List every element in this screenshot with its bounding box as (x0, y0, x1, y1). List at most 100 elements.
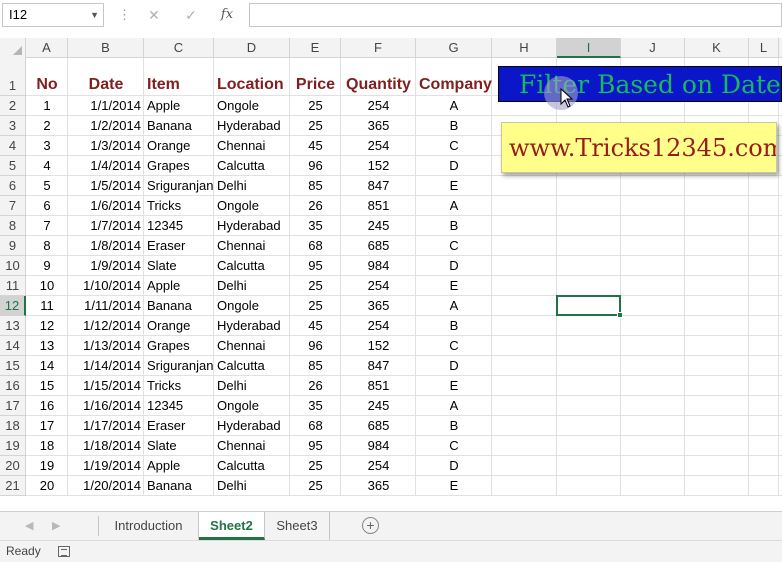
cell-no[interactable]: 5 (26, 176, 68, 196)
cell-date[interactable]: 1/19/2014 (68, 456, 144, 476)
cell-price[interactable]: 35 (290, 396, 341, 416)
tab-scroll-right-icon[interactable]: ▶ (52, 519, 60, 532)
cell-no[interactable]: 18 (26, 436, 68, 456)
cell-company[interactable]: C (416, 436, 492, 456)
cell-no[interactable]: 16 (26, 396, 68, 416)
cell-company[interactable]: B (416, 416, 492, 436)
cell-price[interactable]: 85 (290, 356, 341, 376)
cell-date[interactable]: 1/1/2014 (68, 96, 144, 116)
cell-location[interactable]: Hyderabad (214, 116, 290, 136)
cell-item[interactable]: Banana (144, 476, 220, 496)
cell-item[interactable]: Grapes (144, 156, 220, 176)
cell-item[interactable]: Slate (144, 256, 220, 276)
cell-date[interactable]: 1/8/2014 (68, 236, 144, 256)
cell-quantity[interactable]: 152 (341, 336, 416, 356)
cell-date[interactable]: 1/16/2014 (68, 396, 144, 416)
cell-quantity[interactable]: 152 (341, 156, 416, 176)
cell-quantity[interactable]: 365 (341, 296, 416, 316)
cell-no[interactable]: 12 (26, 316, 68, 336)
row-header-1[interactable]: 1 (0, 58, 26, 96)
cell-location[interactable]: Delhi (214, 176, 290, 196)
cell-location[interactable]: Ongole (214, 196, 290, 216)
cell-price[interactable]: 96 (290, 336, 341, 356)
cell-quantity[interactable]: 851 (341, 376, 416, 396)
row-header-3[interactable]: 3 (0, 116, 26, 136)
row-header-16[interactable]: 16 (0, 376, 26, 396)
cell-location[interactable]: Calcutta (214, 356, 290, 376)
cell-price[interactable]: 25 (290, 276, 341, 296)
sheet-tab-sheet2[interactable]: Sheet2 (199, 512, 265, 540)
cell-no[interactable]: 4 (26, 156, 68, 176)
cell-date[interactable]: 1/20/2014 (68, 476, 144, 496)
filter-title-shape[interactable]: Filter Based on Date (498, 66, 782, 102)
cell-price[interactable]: 95 (290, 436, 341, 456)
cell-location[interactable]: Chennai (214, 336, 290, 356)
column-header-b[interactable]: B (68, 38, 144, 58)
cell-date[interactable]: 1/6/2014 (68, 196, 144, 216)
cell-location[interactable]: Delhi (214, 276, 290, 296)
cell-location[interactable]: Ongole (214, 96, 290, 116)
cell-no[interactable]: 15 (26, 376, 68, 396)
cell-date[interactable]: 1/2/2014 (68, 116, 144, 136)
cell-company[interactable]: A (416, 196, 492, 216)
cell-item[interactable]: Apple (144, 276, 220, 296)
cell-price[interactable]: 45 (290, 136, 341, 156)
cell-price[interactable]: 25 (290, 456, 341, 476)
column-header-e[interactable]: E (290, 38, 341, 58)
cell-quantity[interactable]: 245 (341, 396, 416, 416)
row-header-6[interactable]: 6 (0, 176, 26, 196)
header-cell-location[interactable]: Location (214, 74, 290, 96)
cell-date[interactable]: 1/11/2014 (68, 296, 144, 316)
header-cell-quantity[interactable]: Quantity (341, 74, 416, 96)
cell-date[interactable]: 1/10/2014 (68, 276, 144, 296)
worksheet-grid[interactable]: ABCDEFGHIJKL 1 2 3 4 5 6 7 8 9 10 11 12 13 14 15 16 17 18… (0, 38, 782, 508)
tab-scroll-left-icon[interactable]: ◀ (25, 519, 33, 532)
cell-company[interactable]: D (416, 456, 492, 476)
cell-company[interactable]: C (416, 336, 492, 356)
cell-price[interactable]: 26 (290, 196, 341, 216)
active-cell-selection[interactable] (556, 295, 623, 318)
row-header-17[interactable]: 17 (0, 396, 26, 416)
column-header-k[interactable]: K (685, 38, 749, 58)
formula-input[interactable] (249, 3, 782, 27)
column-header-d[interactable]: D (214, 38, 290, 58)
header-cell-company[interactable]: Company (416, 74, 492, 96)
cell-location[interactable]: Hyderabad (214, 416, 290, 436)
row-header-10[interactable]: 10 (0, 256, 26, 276)
cell-no[interactable]: 2 (26, 116, 68, 136)
name-box[interactable]: I12 ▼ (2, 3, 104, 27)
cell-no[interactable]: 1 (26, 96, 68, 116)
cell-company[interactable]: E (416, 376, 492, 396)
cell-item[interactable]: Orange (144, 136, 220, 156)
cell-quantity[interactable]: 984 (341, 256, 416, 276)
cell-price[interactable]: 25 (290, 476, 341, 496)
cell-price[interactable]: 25 (290, 116, 341, 136)
cell-location[interactable]: Ongole (214, 296, 290, 316)
column-header-i[interactable]: I (557, 38, 621, 58)
cell-item[interactable]: Banana (144, 296, 220, 316)
cell-date[interactable]: 1/3/2014 (68, 136, 144, 156)
cell-no[interactable]: 6 (26, 196, 68, 216)
column-header-h[interactable]: H (492, 38, 557, 58)
cell-quantity[interactable]: 254 (341, 456, 416, 476)
cell-quantity[interactable]: 847 (341, 356, 416, 376)
cell-location[interactable]: Hyderabad (214, 316, 290, 336)
sheet-tab-introduction[interactable]: Introduction (99, 512, 199, 540)
row-header-9[interactable]: 9 (0, 236, 26, 256)
cell-no[interactable]: 10 (26, 276, 68, 296)
cell-quantity[interactable]: 365 (341, 116, 416, 136)
cell-price[interactable]: 85 (290, 176, 341, 196)
column-header-g[interactable]: G (416, 38, 492, 58)
cancel-icon[interactable]: ✕ (143, 5, 165, 25)
cell-location[interactable]: Ongole (214, 396, 290, 416)
cell-quantity[interactable]: 365 (341, 476, 416, 496)
cell-no[interactable]: 7 (26, 216, 68, 236)
cell-company[interactable]: A (416, 396, 492, 416)
cell-company[interactable]: C (416, 136, 492, 156)
cell-company[interactable]: D (416, 156, 492, 176)
cell-item[interactable]: Apple (144, 96, 220, 116)
row-header-11[interactable]: 11 (0, 276, 26, 296)
cell-location[interactable]: Chennai (214, 236, 290, 256)
cell-company[interactable]: E (416, 276, 492, 296)
row-header-8[interactable]: 8 (0, 216, 26, 236)
